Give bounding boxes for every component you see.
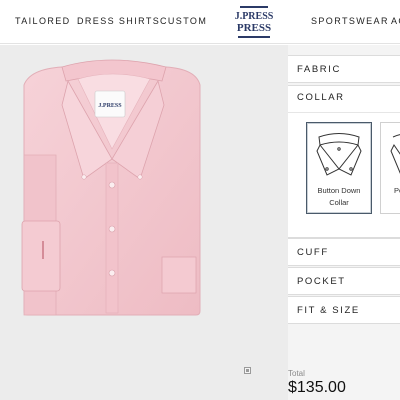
jpress-logo[interactable]: J.PRESS PRESS xyxy=(234,3,274,41)
svg-text:PRESS: PRESS xyxy=(237,22,271,34)
collar-option-next[interactable]: Po xyxy=(380,122,400,214)
section-fit-size[interactable]: FIT & SIZE xyxy=(288,296,400,324)
total-label: Total xyxy=(288,369,305,378)
nav-item-sportswear[interactable]: SPORTSWEAR xyxy=(311,16,389,26)
collar-option-label-line1: Button Down xyxy=(317,186,361,195)
nav-item-tailored[interactable]: TAILORED xyxy=(15,16,71,26)
collar-icon xyxy=(390,134,400,174)
top-navigation: TAILORED DRESS SHIRTS CUSTOM J.PRESS PRE… xyxy=(0,0,400,44)
shirt-image: J.PRESS xyxy=(21,59,201,316)
collar-option-label-partial: Po xyxy=(394,186,400,195)
button-down-collar-icon xyxy=(316,133,362,176)
collar-option-button-down[interactable]: Button Down Collar xyxy=(306,122,372,214)
product-image-area: J.PRESS xyxy=(0,45,288,400)
section-fabric[interactable]: FABRIC xyxy=(288,55,400,83)
section-pocket[interactable]: POCKET xyxy=(288,267,400,295)
image-zoom-control[interactable] xyxy=(244,367,251,374)
divider xyxy=(288,112,400,113)
svg-text:J.PRESS: J.PRESS xyxy=(235,11,274,22)
total-price: $135.00 xyxy=(288,379,346,396)
section-cuff[interactable]: CUFF xyxy=(288,238,400,266)
collar-option-label-line2: Collar xyxy=(329,198,349,207)
section-collar: COLLAR Button Down Collar Po xyxy=(288,85,400,238)
collar-heading[interactable]: COLLAR xyxy=(297,92,345,103)
jpress-logo-icon: J.PRESS PRESS xyxy=(235,6,274,38)
nav-item-custom[interactable]: CUSTOM xyxy=(160,16,207,26)
nav-item-accessories[interactable]: AC xyxy=(391,16,400,26)
svg-text:J.PRESS: J.PRESS xyxy=(98,103,122,109)
nav-item-dress-shirts[interactable]: DRESS SHIRTS xyxy=(77,16,160,26)
